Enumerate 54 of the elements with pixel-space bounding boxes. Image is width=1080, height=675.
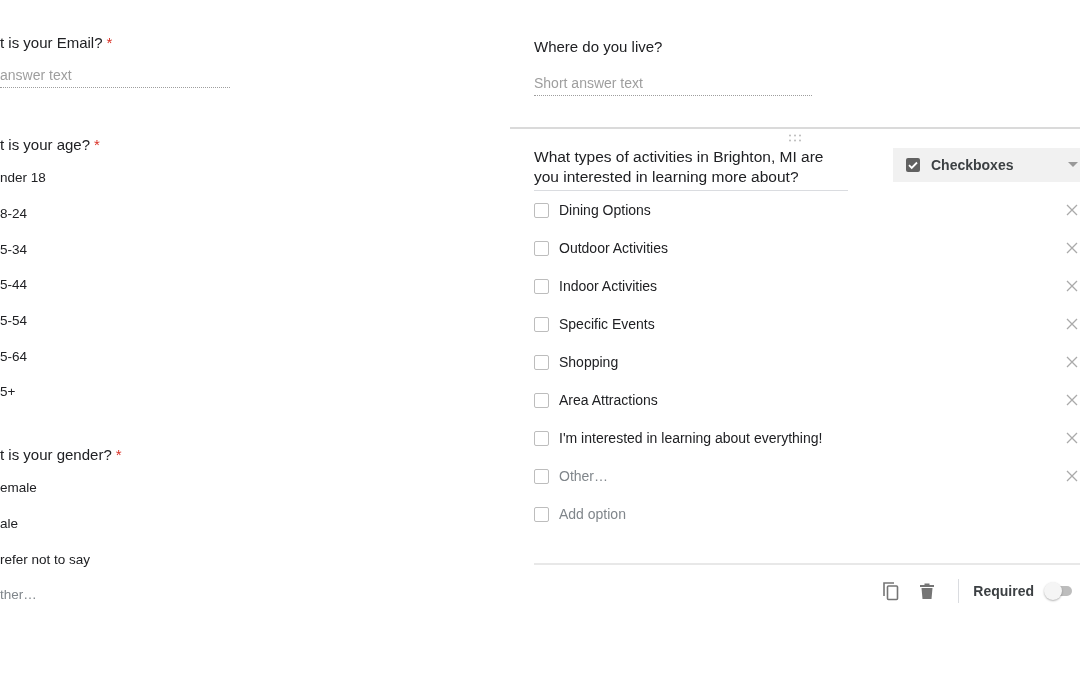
trash-icon[interactable] [920, 583, 935, 599]
checkbox[interactable] [534, 240, 549, 256]
checkbox[interactable] [534, 278, 549, 294]
option-label: ther… [0, 587, 37, 603]
option-label[interactable]: Outdoor Activities [559, 240, 1066, 256]
checkbox[interactable] [534, 202, 549, 218]
checkbox-icon [905, 157, 921, 173]
option-label[interactable]: Shopping [559, 354, 1066, 370]
copy-icon[interactable] [882, 581, 901, 601]
required-label: Required [973, 583, 1034, 599]
answer-field[interactable]: Short answer text [534, 71, 812, 96]
checkbox[interactable] [534, 354, 549, 370]
checkbox[interactable] [534, 316, 549, 332]
checkbox[interactable] [534, 392, 549, 408]
question-title: Where do you live? [534, 37, 664, 57]
required-asterisk: * [115, 445, 122, 463]
required-asterisk: * [106, 34, 113, 51]
option-label[interactable]: Add option [559, 506, 1080, 522]
checkbox[interactable] [534, 430, 549, 446]
option-label: 5-64 [0, 348, 28, 364]
option-label: 5-44 [0, 277, 28, 293]
option-label[interactable]: Other… [559, 468, 1066, 484]
answer-field[interactable]: answer text [0, 63, 230, 88]
option-label: 5-34 [0, 241, 28, 257]
checkbox[interactable] [534, 506, 549, 522]
option-label[interactable]: I'm interested in learning about everything! [559, 430, 1066, 446]
question-type-dropdown[interactable]: Checkboxes [893, 148, 1080, 182]
close-icon[interactable] [1066, 356, 1078, 368]
close-icon[interactable] [1066, 318, 1078, 330]
option-label[interactable]: Area Attractions [559, 392, 1066, 408]
checkbox[interactable] [534, 468, 549, 484]
option-label[interactable]: Indoor Activities [559, 278, 1066, 294]
option-label[interactable]: Specific Events [559, 316, 1066, 332]
question-title-field[interactable]: What types of activities in Brighton, MI are you interested in learning more about? [534, 147, 848, 191]
close-icon[interactable] [1066, 280, 1078, 292]
close-icon[interactable] [1066, 470, 1078, 482]
close-icon[interactable] [1066, 432, 1078, 444]
close-icon[interactable] [1066, 242, 1078, 254]
question-title: t is your gender? [0, 445, 112, 463]
option-label: 5-54 [0, 313, 28, 329]
drag-handle-icon[interactable] [788, 134, 802, 142]
close-icon[interactable] [1066, 204, 1078, 216]
question-title: t is your Email? [0, 34, 103, 51]
option-label[interactable]: Dining Options [559, 202, 1066, 218]
option-label: nder 18 [0, 170, 46, 186]
caret-icon [1068, 162, 1078, 168]
option-label: emale [0, 480, 37, 496]
close-icon[interactable] [1066, 394, 1078, 406]
question-title: t is your age? [0, 136, 91, 153]
required-asterisk: * [94, 136, 100, 153]
option-label: refer not to say [0, 551, 91, 567]
option-label: 8-24 [0, 206, 28, 222]
option-label: ale [0, 515, 18, 531]
option-label: 5+ [0, 384, 16, 400]
